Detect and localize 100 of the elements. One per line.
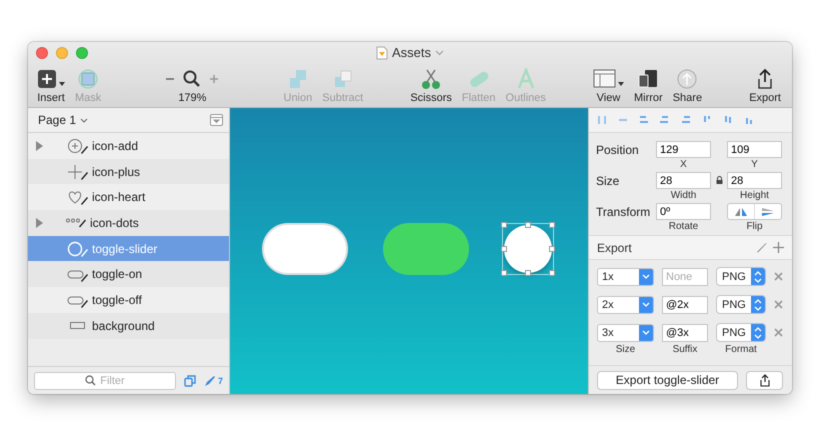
suffix-field[interactable]: None: [662, 268, 708, 286]
mask-icon: [76, 68, 100, 90]
share-icon: [675, 68, 700, 90]
size-dropdown[interactable]: 3x: [597, 324, 654, 342]
remove-button[interactable]: [774, 328, 783, 337]
chevron-down-icon: [642, 274, 650, 279]
field-caption: X: [680, 158, 687, 171]
layer-name: icon-heart: [92, 190, 146, 204]
field-caption: Y: [751, 158, 758, 171]
remove-button[interactable]: [774, 300, 783, 309]
disclosure-triangle-icon[interactable]: [36, 218, 43, 228]
resize-handle[interactable]: [525, 270, 531, 276]
zoom-in-icon[interactable]: [209, 74, 220, 84]
document-icon: [376, 46, 388, 60]
resize-handle[interactable]: [525, 222, 531, 228]
insert-tool-button[interactable]: Insert: [34, 68, 68, 104]
layer-name: icon-dots: [90, 216, 139, 230]
stepper-icon: [754, 298, 762, 310]
rectangle-icon: [70, 322, 84, 330]
chevron-down-icon: [642, 330, 650, 335]
suffix-field[interactable]: @2x: [662, 296, 708, 314]
share-tool-button[interactable]: Share: [670, 68, 706, 104]
symbols-icon[interactable]: [184, 374, 196, 386]
align-icon[interactable]: [723, 114, 733, 126]
close-icon: [774, 272, 783, 281]
property-label: Size: [596, 173, 620, 188]
stepper-icon: [754, 270, 762, 282]
search-icon: [183, 70, 202, 88]
circle-plus-layer-icon: [66, 136, 88, 155]
brush-icon[interactable]: [204, 374, 216, 386]
column-label: Size: [614, 344, 636, 355]
mirror-tool-button[interactable]: Mirror: [631, 68, 666, 104]
page-selector[interactable]: Page 1: [38, 113, 88, 127]
add-icon[interactable]: [773, 242, 784, 253]
scissors-tool-button[interactable]: Scissors: [407, 68, 455, 104]
remove-button[interactable]: [774, 272, 783, 281]
share-button[interactable]: [746, 370, 783, 390]
layer-name: toggle-slider: [92, 242, 158, 256]
format-dropdown[interactable]: PNG: [716, 295, 766, 314]
field-caption: Height: [740, 189, 769, 202]
number-field[interactable]: 0º: [656, 203, 711, 220]
toggle-off-shape[interactable]: [262, 223, 348, 275]
layer-name: icon-plus: [92, 164, 140, 179]
flip-horizontal-icon[interactable]: [734, 206, 748, 216]
layer-row[interactable]: toggle-on: [28, 261, 229, 288]
align-icon[interactable]: [660, 114, 670, 126]
number-field[interactable]: 109: [727, 141, 782, 158]
filter-placeholder: Filter: [100, 374, 125, 386]
align-icon[interactable]: [681, 114, 691, 126]
resize-handle[interactable]: [549, 270, 555, 276]
share-icon: [758, 374, 770, 386]
chevron-down-icon: [80, 118, 88, 122]
export-button[interactable]: Export toggle-slider: [597, 370, 738, 390]
field-caption: Width: [670, 189, 696, 202]
align-icon[interactable]: [597, 114, 607, 126]
disclosure-triangle-icon[interactable]: [36, 140, 43, 151]
number-field[interactable]: 28: [656, 172, 711, 189]
filter-field[interactable]: [34, 372, 176, 390]
layer-name: toggle-on: [92, 267, 142, 282]
toggle-on-shape[interactable]: [383, 223, 469, 275]
lock-icon[interactable]: [716, 176, 722, 184]
align-icon[interactable]: [639, 114, 649, 126]
size-dropdown[interactable]: 2x: [597, 296, 654, 314]
layer-row[interactable]: background: [28, 312, 229, 338]
column-label: Format: [724, 344, 758, 355]
field-caption: Rotate: [668, 220, 698, 233]
flip-control[interactable]: [727, 203, 782, 220]
resize-handle[interactable]: [501, 246, 507, 252]
zoom-button[interactable]: [76, 47, 88, 59]
collapse-icon[interactable]: [210, 114, 223, 126]
field-caption: Flip: [746, 220, 763, 233]
resize-handle[interactable]: [549, 222, 555, 228]
layer-name: toggle-off: [92, 292, 142, 307]
chevron-down-icon[interactable]: [435, 50, 444, 56]
view-window-icon: [593, 68, 616, 90]
minimize-button[interactable]: [56, 47, 68, 59]
flip-vertical-icon[interactable]: [761, 206, 775, 216]
export-tool-button[interactable]: Export: [746, 68, 784, 104]
suffix-field[interactable]: @3x: [662, 324, 708, 342]
view-tool-button[interactable]: View: [590, 68, 627, 104]
resize-handle[interactable]: [501, 222, 507, 228]
number-field[interactable]: 129: [656, 141, 711, 158]
resize-handle[interactable]: [549, 246, 555, 252]
property-label: Position: [596, 142, 640, 157]
layer-row[interactable]: icon-plus: [28, 158, 229, 184]
layer-count: 7: [218, 376, 224, 386]
format-dropdown[interactable]: PNG: [716, 267, 766, 286]
close-icon: [774, 328, 783, 337]
insert-plus-icon: [37, 68, 57, 90]
size-dropdown[interactable]: 1x: [597, 268, 654, 286]
slice-knife-icon[interactable]: [756, 242, 767, 253]
resize-handle[interactable]: [501, 270, 507, 276]
plus-layer-icon: [66, 162, 88, 181]
close-button[interactable]: [36, 47, 48, 59]
chevron-down-icon: [642, 302, 650, 307]
dots-layer-icon: [66, 218, 86, 228]
number-field[interactable]: 28: [727, 172, 782, 189]
format-dropdown[interactable]: PNG: [716, 323, 766, 342]
stepper-icon: [754, 326, 762, 338]
layer-row[interactable]: icon-dots: [28, 210, 229, 236]
